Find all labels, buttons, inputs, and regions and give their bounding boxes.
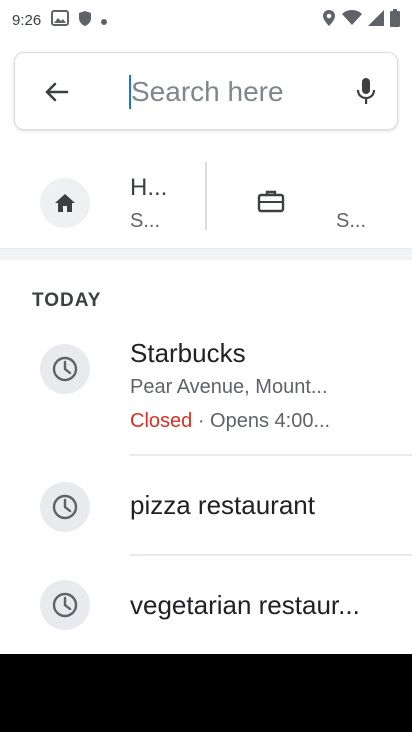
home-icon-circle [40,178,90,228]
item-divider [130,554,412,556]
shortcut-work-subtitle: S... [336,210,367,232]
arrow-back-icon [45,82,69,102]
search-input[interactable] [131,71,331,113]
briefcase-icon [257,190,285,213]
item-divider [130,454,412,456]
shortcut-home[interactable]: H... S... [40,160,200,248]
battery-icon [390,9,400,31]
shield-icon [78,10,92,31]
shortcuts-row: H... S... S... [0,152,412,252]
wifi-icon [342,10,362,30]
dot-icon [101,12,108,29]
home-icon [55,194,75,212]
clock-icon [52,494,78,520]
screen: 9:26 Search here H... S... S... TODAY St… [0,0,412,732]
opens-label: · Opens 4:00... [192,410,331,432]
history-icon-circle [40,482,90,532]
history-item-vegetarian[interactable]: vegetarian restaur... [0,558,412,654]
voice-search-button[interactable] [349,71,383,111]
section-separator [0,248,412,260]
shortcut-home-subtitle: S... [130,210,161,232]
history-item-title: vegetarian restaur... [130,590,360,620]
navigation-bar [0,654,412,732]
history-icon-circle [40,580,90,630]
work-icon-circle [246,176,296,226]
history-item-status: Closed · Opens 4:00... [130,410,370,433]
status-bar: 9:26 [0,0,412,40]
closed-label: Closed [130,410,193,432]
clock-icon [52,592,78,618]
status-time: 9:26 [12,11,42,29]
shortcut-home-title: H... [130,174,168,201]
history-item-address: Pear Avenue, Mount... [130,376,328,398]
back-button[interactable] [39,77,75,107]
shortcut-work[interactable]: S... [246,160,412,248]
clock-icon [52,356,78,382]
history-item-title: Starbucks [130,338,246,368]
image-icon [51,10,70,30]
signal-icon [368,10,384,30]
microphone-icon [356,78,376,104]
history-item-pizza[interactable]: pizza restaurant [0,458,412,556]
shortcut-divider [205,162,207,230]
history-item-starbucks[interactable]: Starbucks Pear Avenue, Mount... Closed ·… [0,330,412,456]
location-icon [322,9,336,31]
history-item-title: pizza restaurant [130,490,315,520]
history-section-label: TODAY [32,290,102,311]
history-icon-circle [40,344,90,394]
search-bar [14,52,398,130]
